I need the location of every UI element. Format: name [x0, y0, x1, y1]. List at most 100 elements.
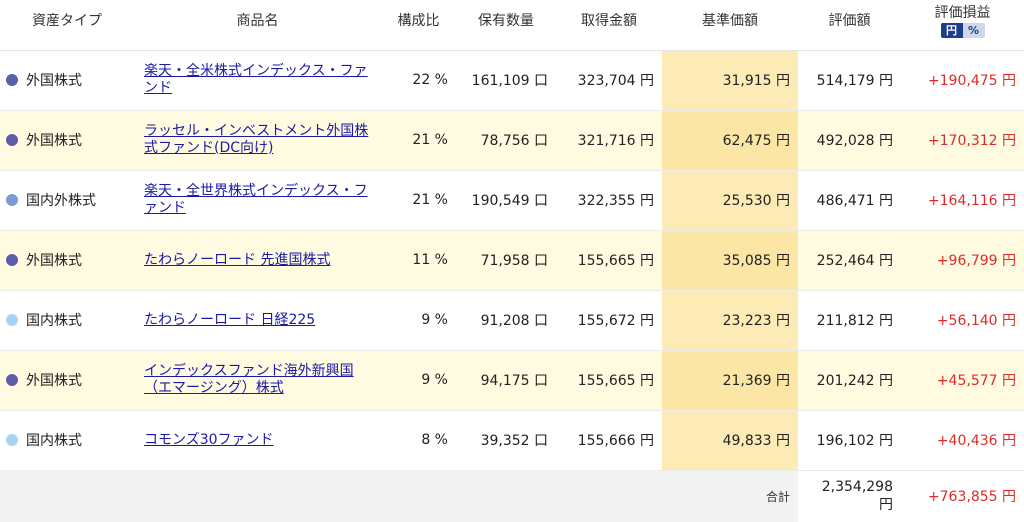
cost: 155,665 円 [556, 350, 662, 411]
asset-type-cell: 外国株式 [0, 50, 134, 111]
asset-type-dot-icon [6, 374, 18, 386]
header-qty: 保有数量 [456, 0, 556, 51]
valuation: 252,464 円 [798, 230, 901, 291]
asset-type-cell: 国内外株式 [0, 170, 134, 231]
fund-name-cell: たわらノーロード 日経225 [134, 290, 381, 351]
asset-type-cell: 外国株式 [0, 230, 134, 291]
gain-loss: +164,116 円 [901, 170, 1024, 231]
base-price: 25,530 円 [662, 170, 798, 231]
quantity: 91,208 口 [456, 290, 556, 351]
header-cost: 取得金額 [556, 0, 662, 51]
valuation: 492,028 円 [798, 110, 901, 171]
asset-type: 国内株式 [26, 433, 82, 449]
quantity: 39,352 口 [456, 410, 556, 471]
toggle-percent-button[interactable]: % [962, 23, 985, 38]
valuation: 486,471 円 [798, 170, 901, 231]
ratio: 21 % [381, 110, 456, 171]
cost: 155,665 円 [556, 230, 662, 291]
cost: 155,672 円 [556, 290, 662, 351]
cost: 155,666 円 [556, 410, 662, 471]
asset-type: 国内株式 [26, 313, 82, 329]
fund-name-cell: インデックスファンド海外新興国（エマージング）株式 [134, 350, 381, 411]
fund-name-link[interactable]: 楽天・全世界株式インデックス・ファンド [144, 183, 368, 216]
total-label: 合計 [0, 470, 798, 522]
table-row: 国内外株式 楽天・全世界株式インデックス・ファンド 21 % 190,549 口 322… [0, 170, 1024, 231]
total-gain: +763,855 円 [901, 470, 1024, 522]
fund-name-cell: ラッセル・インベストメント外国株式ファンド(DC向け) [134, 110, 381, 171]
asset-type-dot-icon [6, 134, 18, 146]
toggle-yen-button[interactable]: 円 [940, 23, 963, 38]
asset-type-dot-icon [6, 74, 18, 86]
quantity: 161,109 口 [456, 50, 556, 111]
fund-name-link[interactable]: 楽天・全米株式インデックス・ファンド [144, 63, 368, 96]
quantity: 94,175 口 [456, 350, 556, 411]
total-value-number: 2,354,298 [821, 479, 893, 496]
quantity: 190,549 口 [456, 170, 556, 231]
table-row: 外国株式 たわらノーロード 先進国株式 11 % 71,958 口 155,665 円3… [0, 230, 1024, 291]
base-price: 35,085 円 [662, 230, 798, 291]
fund-name-link[interactable]: ラッセル・インベストメント外国株式ファンド(DC向け) [144, 123, 368, 156]
base-price: 62,475 円 [662, 110, 798, 171]
quantity: 71,958 口 [456, 230, 556, 291]
base-price: 21,369 円 [662, 350, 798, 411]
cost: 321,716 円 [556, 110, 662, 171]
asset-type: 外国株式 [26, 73, 82, 89]
asset-type-cell: 外国株式 [0, 110, 134, 171]
asset-type-dot-icon [6, 434, 18, 446]
ratio: 11 % [381, 230, 456, 291]
table-row: 外国株式 インデックスファンド海外新興国（エマージング）株式 9 % 94,175 口… [0, 350, 1024, 411]
ratio: 9 % [381, 290, 456, 351]
fund-name-cell: コモンズ30ファンド [134, 410, 381, 471]
total-row: 合計 2,354,298 円 +763,855 円 [0, 470, 1024, 522]
asset-type: 外国株式 [26, 133, 82, 149]
gain-loss: +170,312 円 [901, 110, 1024, 171]
header-row: 資産タイプ 商品名 構成比 保有数量 取得金額 基準価額 評価額 評価損益 円 … [0, 0, 1024, 51]
gain-loss: +190,475 円 [901, 50, 1024, 111]
total-value-unit: 円 [879, 497, 893, 514]
asset-type-dot-icon [6, 254, 18, 266]
header-type: 資産タイプ [0, 0, 134, 51]
ratio: 9 % [381, 350, 456, 411]
fund-name-link[interactable]: コモンズ30ファンド [144, 432, 274, 448]
table-row: 外国株式 楽天・全米株式インデックス・ファンド 22 % 161,109 口 323,7… [0, 50, 1024, 111]
quantity: 78,756 口 [456, 110, 556, 171]
base-price: 31,915 円 [662, 50, 798, 111]
table-row: 国内株式 たわらノーロード 日経225 9 % 91,208 口 155,672 円 23… [0, 290, 1024, 351]
header-base: 基準価額 [662, 0, 798, 51]
base-price: 23,223 円 [662, 290, 798, 351]
fund-name-link[interactable]: たわらノーロード 日経225 [144, 312, 315, 328]
base-price: 49,833 円 [662, 410, 798, 471]
gain-loss: +45,577 円 [901, 350, 1024, 411]
fund-name-cell: 楽天・全米株式インデックス・ファンド [134, 50, 381, 111]
asset-type-dot-icon [6, 314, 18, 326]
asset-type: 外国株式 [26, 373, 82, 389]
asset-type-cell: 外国株式 [0, 350, 134, 411]
ratio: 21 % [381, 170, 456, 231]
header-ratio: 構成比 [381, 0, 456, 51]
fund-name-cell: 楽天・全世界株式インデックス・ファンド [134, 170, 381, 231]
header-gain-cell: 評価損益 円 % [901, 0, 1024, 51]
total-value: 2,354,298 円 [798, 470, 901, 522]
asset-type: 外国株式 [26, 253, 82, 269]
asset-type: 国内外株式 [26, 193, 96, 209]
gain-loss: +96,799 円 [901, 230, 1024, 291]
valuation: 201,242 円 [798, 350, 901, 411]
valuation: 211,812 円 [798, 290, 901, 351]
fund-name-link[interactable]: たわらノーロード 先進国株式 [144, 252, 330, 268]
fund-name-cell: たわらノーロード 先進国株式 [134, 230, 381, 291]
valuation: 196,102 円 [798, 410, 901, 471]
gain-loss: +56,140 円 [901, 290, 1024, 351]
cost: 323,704 円 [556, 50, 662, 111]
asset-type-dot-icon [6, 194, 18, 206]
asset-type-cell: 国内株式 [0, 410, 134, 471]
header-name: 商品名 [134, 0, 381, 51]
header-gain: 評価損益 [934, 5, 991, 21]
gain-unit-toggle: 円 % [940, 23, 985, 38]
table-row: 外国株式 ラッセル・インベストメント外国株式ファンド(DC向け) 21 % 78,75… [0, 110, 1024, 171]
fund-name-link[interactable]: インデックスファンド海外新興国（エマージング）株式 [144, 363, 354, 396]
cost: 322,355 円 [556, 170, 662, 231]
valuation: 514,179 円 [798, 50, 901, 111]
asset-type-cell: 国内株式 [0, 290, 134, 351]
table-row: 国内株式 コモンズ30ファンド 8 % 39,352 口 155,666 円 49,833… [0, 410, 1024, 471]
gain-loss: +40,436 円 [901, 410, 1024, 471]
